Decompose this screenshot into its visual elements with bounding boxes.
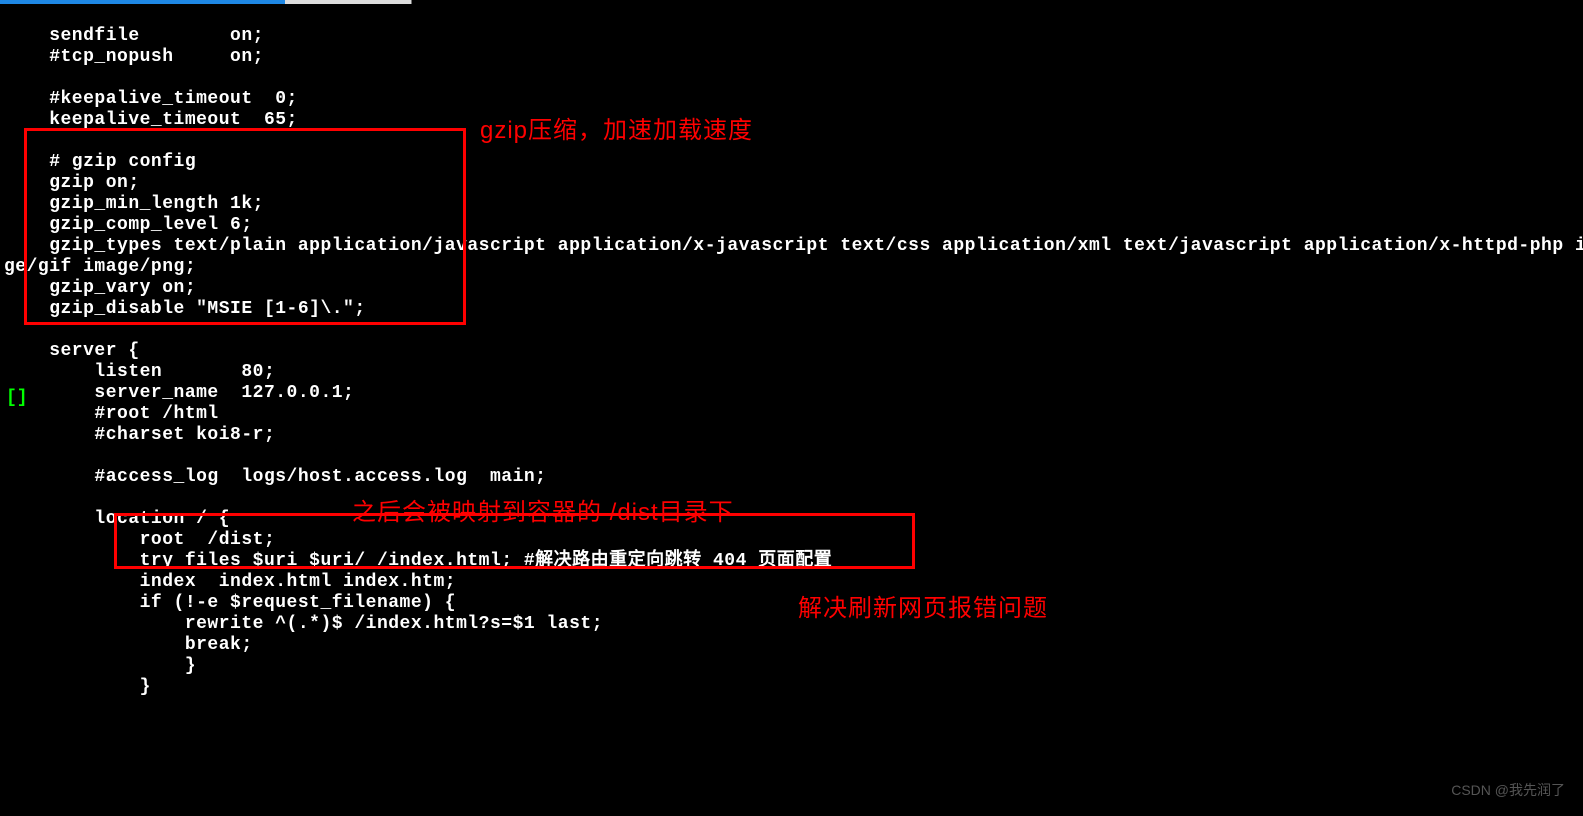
cursor-glyph: [] <box>6 388 28 408</box>
annotation-label-refresh: 解决刷新网页报错问题 <box>798 588 1048 623</box>
annotation-label-gzip: gzip压缩，加速加载速度 <box>480 110 753 145</box>
annotation-label-dist: 之后会被映射到容器的 /dist目录下 <box>352 492 734 527</box>
terminal-code-block[interactable]: sendfile on; #tcp_nopush on; #keepalive_… <box>4 26 1583 698</box>
watermark: CSDN @我先润了 <box>1451 780 1565 800</box>
window-progress-bar <box>0 0 1583 4</box>
